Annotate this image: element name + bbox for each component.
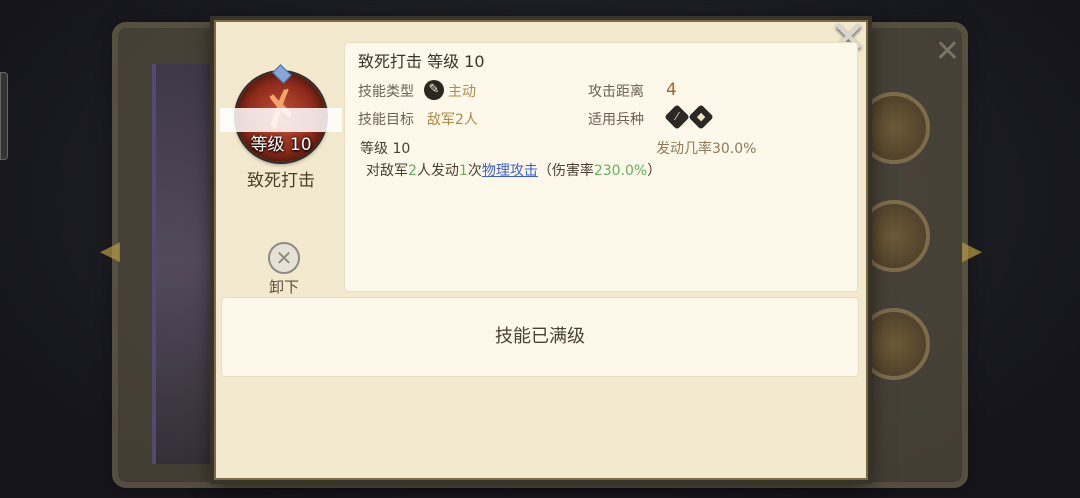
- trigger-value: 30.0%: [712, 141, 757, 157]
- background-skill-slot-2: [858, 200, 930, 272]
- background-skill-slot-3: [858, 308, 930, 380]
- side-tab: [0, 72, 8, 160]
- range-value: 4: [666, 80, 677, 100]
- skill-title: 致死打击 等级 10: [358, 52, 485, 71]
- desc-text: 对敌军: [366, 163, 408, 179]
- unequip-label: 卸下: [268, 278, 299, 296]
- troop-label: 适用兵种: [588, 112, 644, 128]
- range-label: 攻击距离: [588, 84, 644, 100]
- level-strip: [220, 108, 342, 132]
- trigger-label: 发动几率: [656, 141, 712, 157]
- background-hero-portrait: [152, 64, 222, 464]
- active-skill-icon: ✎: [424, 80, 444, 100]
- desc-text: 人发动: [416, 163, 459, 179]
- desc-text: ）: [647, 163, 662, 179]
- trigger-rate: 发动几率30.0%: [656, 138, 756, 158]
- target-label: 技能目标: [358, 112, 414, 128]
- skill-description: 对敌军2人发动1次物理攻击（伤害率230.0%）: [366, 160, 661, 180]
- desc-times: 1: [458, 163, 468, 179]
- background-close-icon: ✕: [934, 34, 960, 69]
- next-arrow-icon: ▶: [962, 236, 982, 266]
- max-level-text: 技能已满级: [495, 326, 585, 347]
- background-skill-slot-1: [858, 92, 930, 164]
- unequip-x-icon: ✕: [268, 242, 300, 274]
- physical-attack-link[interactable]: 物理攻击: [482, 163, 538, 179]
- desc-damage-rate: 230.0%: [593, 163, 648, 179]
- desc-text: 次: [467, 163, 482, 179]
- type-value: 主动: [448, 84, 476, 100]
- desc-targets: 2: [408, 163, 417, 179]
- detail-level: 等级 10: [360, 141, 411, 157]
- prev-arrow-icon: ◀: [100, 236, 120, 266]
- badge-level: 等级 10: [250, 135, 312, 155]
- target-value: 敌军2人: [427, 112, 478, 128]
- type-label: 技能类型: [358, 84, 414, 100]
- desc-text: （伤害率: [537, 163, 594, 179]
- unequip-button[interactable]: ✕ 卸下: [262, 242, 306, 298]
- skill-name: 致死打击: [247, 171, 315, 191]
